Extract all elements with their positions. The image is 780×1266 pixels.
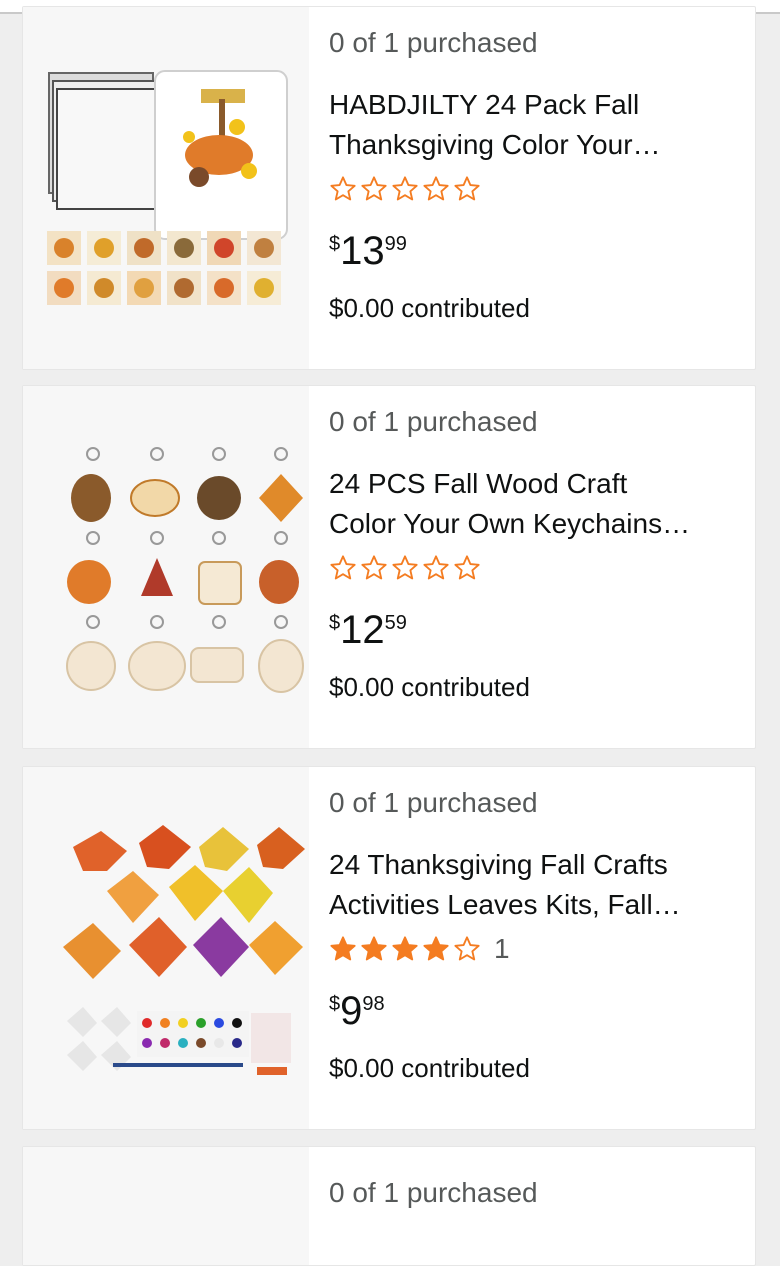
product-title-line: 24 Thanksgiving Fall Crafts [329,849,668,880]
price-currency: $ [329,233,341,255]
price-whole: 12 [340,608,385,652]
registry-item-card[interactable]: 0 of 1 purchased 24 Thanksgiving Fall Cr… [22,766,756,1130]
product-image[interactable] [23,386,309,748]
product-title-link[interactable]: 24 Thanksgiving Fall Crafts Activities L… [329,845,749,925]
star-rating[interactable] [329,171,484,207]
star-empty-icon [361,555,387,580]
star-filled-icon [330,936,356,961]
product-title-link[interactable]: 24 PCS Fall Wood Craft Color Your Own Ke… [329,464,749,544]
product-image[interactable] [23,7,309,369]
price-whole: 13 [340,229,385,273]
purchased-status: 0 of 1 purchased [329,1177,538,1208]
price-currency: $ [329,612,341,634]
product-title-line: Color Your Own Keychains… [329,508,691,539]
contributed-amount: $0.00 contributed [329,1053,530,1083]
price: $1259 [329,608,407,653]
star-filled-icon [392,936,418,961]
star-empty-icon [423,176,449,201]
product-image[interactable] [23,1147,309,1265]
registry-item-card[interactable]: 0 of 1 purchased HABDJILTY 24 Pack Fall … [22,6,756,370]
price-fraction: 98 [362,993,385,1015]
star-filled-icon [423,936,449,961]
price-whole: 9 [340,989,363,1033]
star-empty-icon [392,176,418,201]
price: $1399 [329,229,407,274]
star-empty-icon [361,176,387,201]
purchased-status: 0 of 1 purchased [329,27,538,58]
contributed-amount: $0.00 contributed [329,672,530,702]
star-empty-icon [392,555,418,580]
product-title-line: Thanksgiving Color Your… [329,129,661,160]
product-title-line: 24 PCS Fall Wood Craft [329,468,628,499]
price: $998 [329,989,385,1034]
product-title-link[interactable]: HABDJILTY 24 Pack Fall Thanksgiving Colo… [329,85,749,165]
price-fraction: 59 [384,612,407,634]
registry-item-card[interactable]: 0 of 1 purchased [22,1146,756,1266]
contributed-amount: $0.00 contributed [329,293,530,323]
star-rating[interactable]: 1 [329,931,510,967]
star-empty-icon [330,555,356,580]
purchased-status: 0 of 1 purchased [329,406,538,437]
star-empty-icon [423,555,449,580]
product-image[interactable] [23,767,309,1129]
product-title-line: Activities Leaves Kits, Fall… [329,889,681,920]
price-fraction: 99 [384,233,407,255]
product-title-line: HABDJILTY 24 Pack Fall [329,89,640,120]
star-filled-icon [361,936,387,961]
star-empty-icon [454,936,480,961]
registry-item-card[interactable]: 0 of 1 purchased 24 PCS Fall Wood Craft … [22,385,756,749]
star-rating[interactable] [329,550,484,586]
purchased-status: 0 of 1 purchased [329,787,538,818]
puzzle-craft-image [47,70,288,305]
keychain-craft-image [66,447,304,693]
leaves-craft-image [63,825,305,1075]
star-empty-icon [454,176,480,201]
star-empty-icon [454,555,480,580]
price-currency: $ [329,993,341,1015]
star-empty-icon [330,176,356,201]
review-count[interactable]: 1 [494,933,510,965]
